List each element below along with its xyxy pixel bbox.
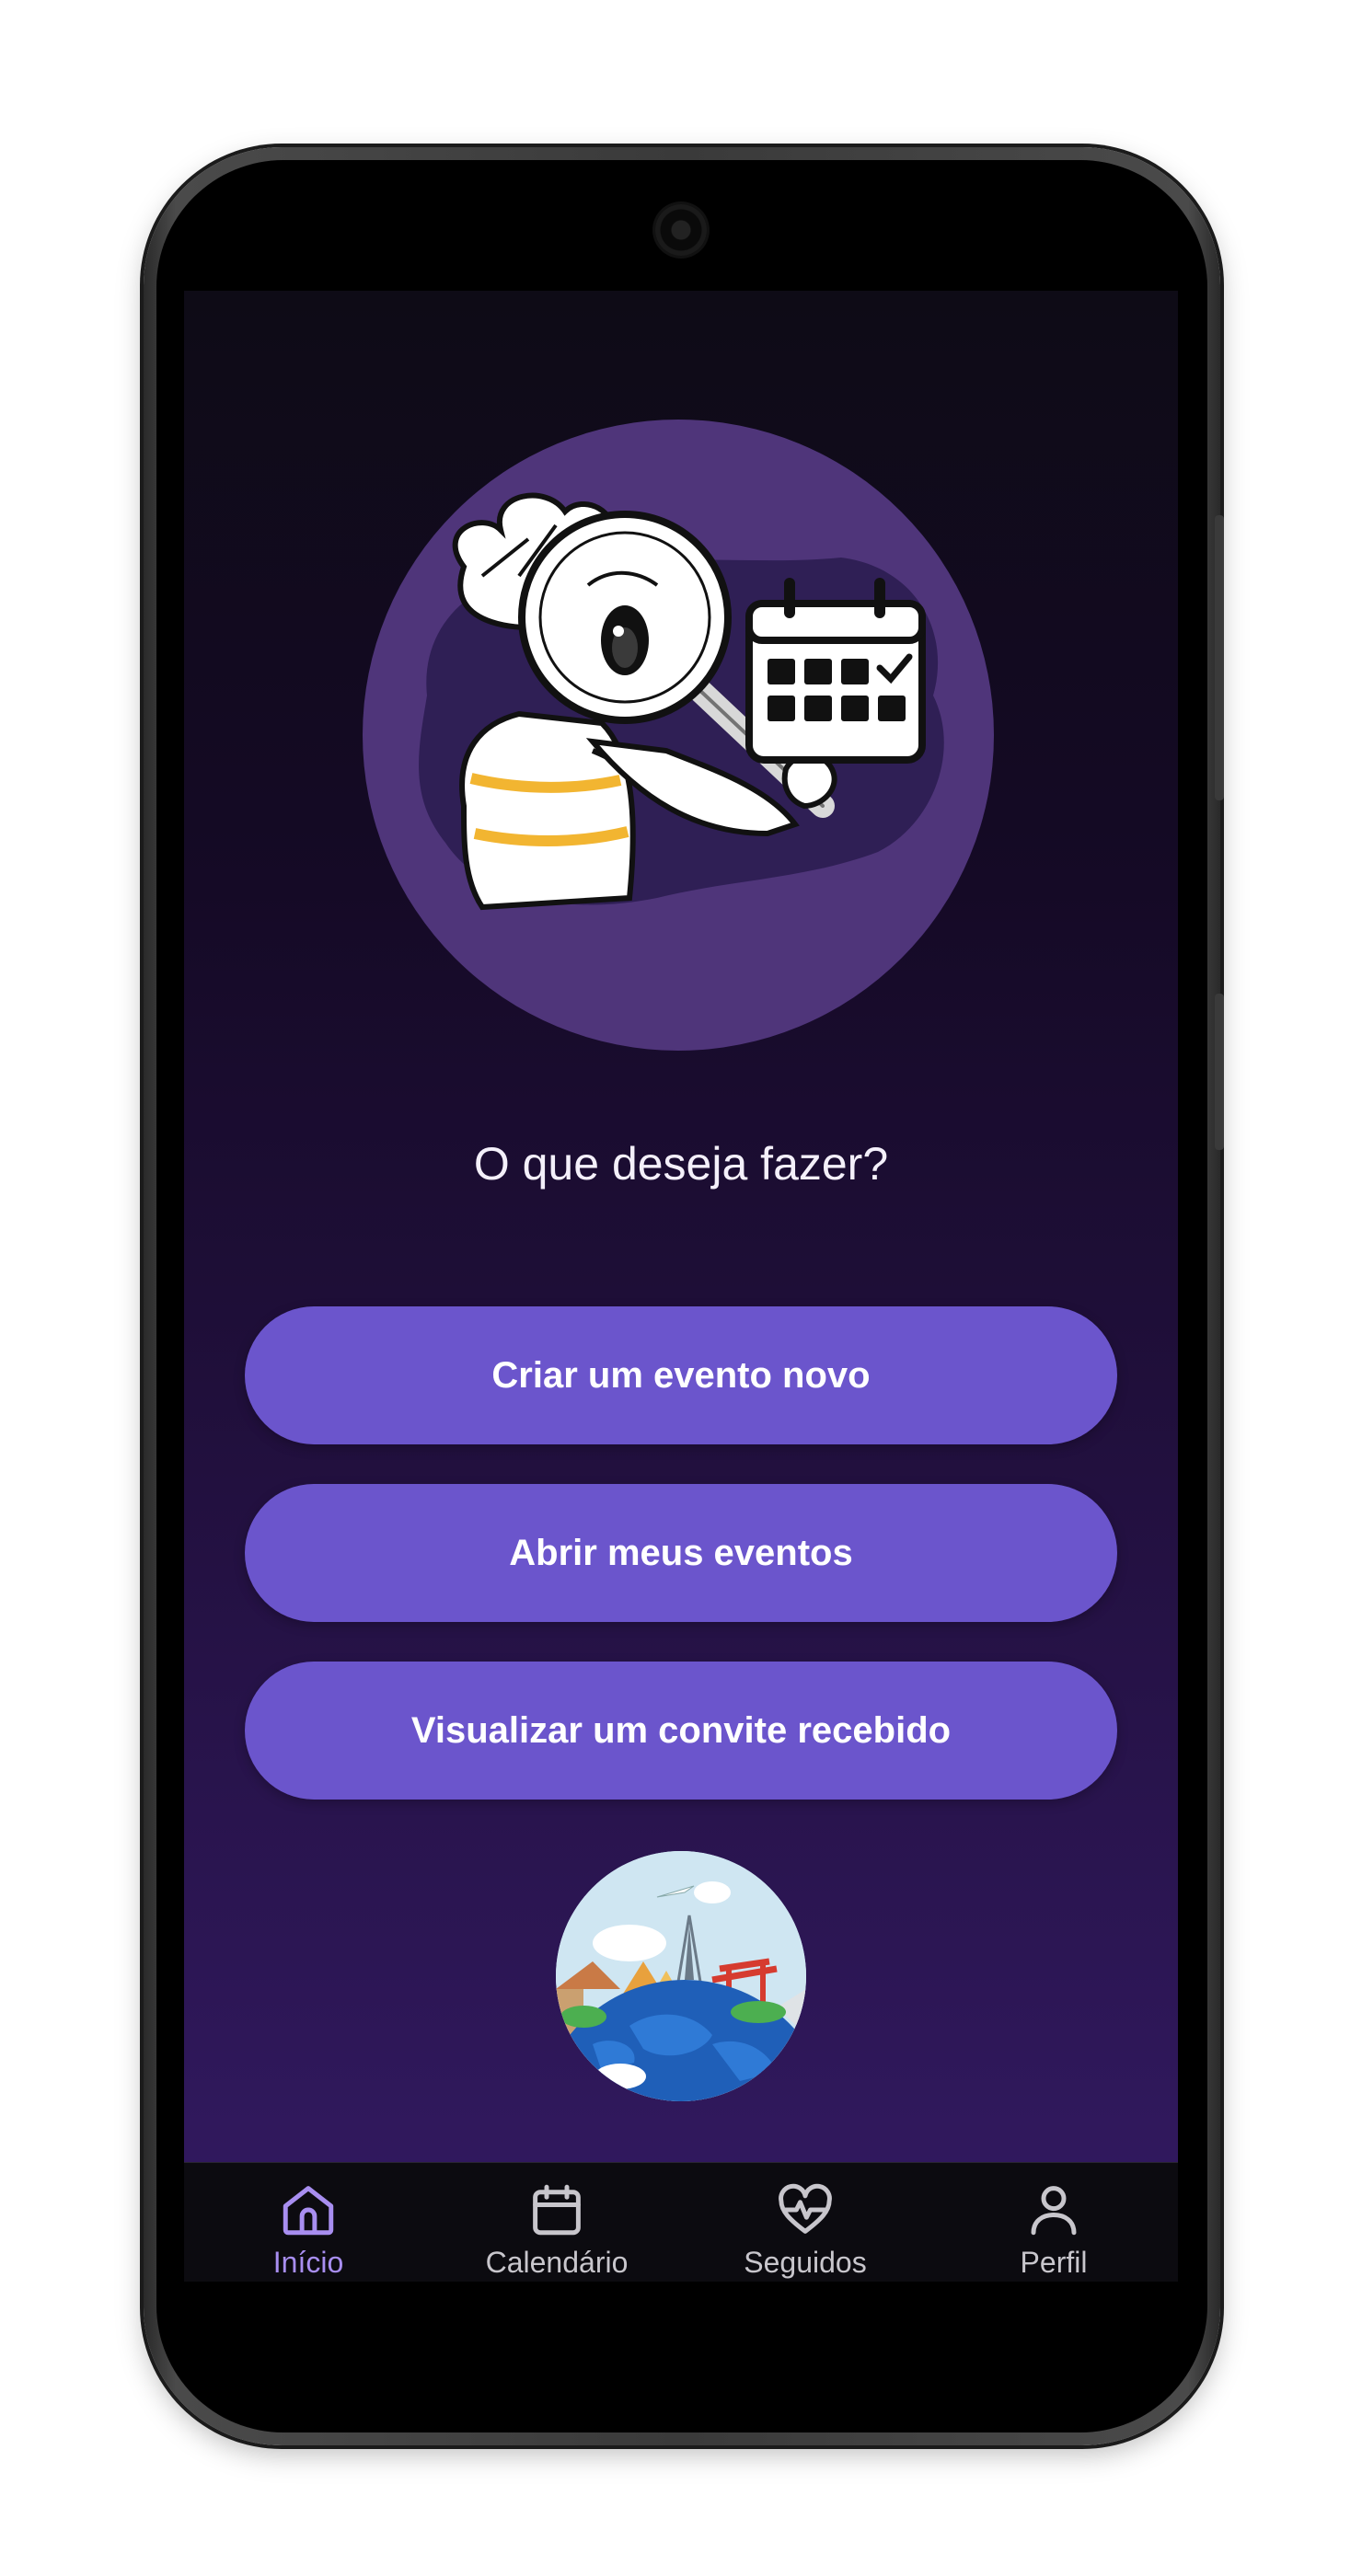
page-question: O que deseja fazer? — [473, 1138, 889, 1190]
hero-illustration — [363, 420, 994, 1051]
heart-pulse-icon — [779, 2183, 832, 2234]
nav-item-inicio[interactable]: Início — [184, 2163, 433, 2282]
open-my-events-button[interactable]: Abrir meus eventos — [245, 1484, 1117, 1622]
nav-item-seguidos[interactable]: Seguidos — [681, 2163, 929, 2282]
bottom-navigation: Início Calendário Seguidos Perfil — [184, 2162, 1178, 2282]
nav-label-perfil: Perfil — [1020, 2246, 1088, 2279]
power-button — [1215, 994, 1224, 1150]
create-event-button[interactable]: Criar um evento novo — [245, 1306, 1117, 1444]
front-camera — [655, 204, 707, 256]
app-screen: O que deseja fazer? Criar um evento novo… — [184, 291, 1178, 2282]
bottom-bezel — [184, 2282, 1178, 2394]
person-icon — [1031, 2186, 1077, 2236]
globe-landmarks-image — [556, 1851, 806, 2101]
nav-label-calendario: Calendário — [485, 2246, 629, 2279]
nav-item-perfil[interactable]: Perfil — [929, 2163, 1178, 2282]
world-travel-illustration — [556, 1851, 806, 2101]
view-invite-button[interactable]: Visualizar um convite recebido — [245, 1662, 1117, 1800]
nav-label-inicio: Início — [272, 2246, 344, 2279]
nav-label-seguidos: Seguidos — [744, 2246, 867, 2279]
magnifier-calendar-illustration — [419, 492, 944, 911]
calendar-icon — [533, 2184, 581, 2236]
volume-button — [1215, 515, 1224, 800]
nav-item-calendario[interactable]: Calendário — [433, 2163, 681, 2282]
home-icon — [283, 2186, 334, 2236]
